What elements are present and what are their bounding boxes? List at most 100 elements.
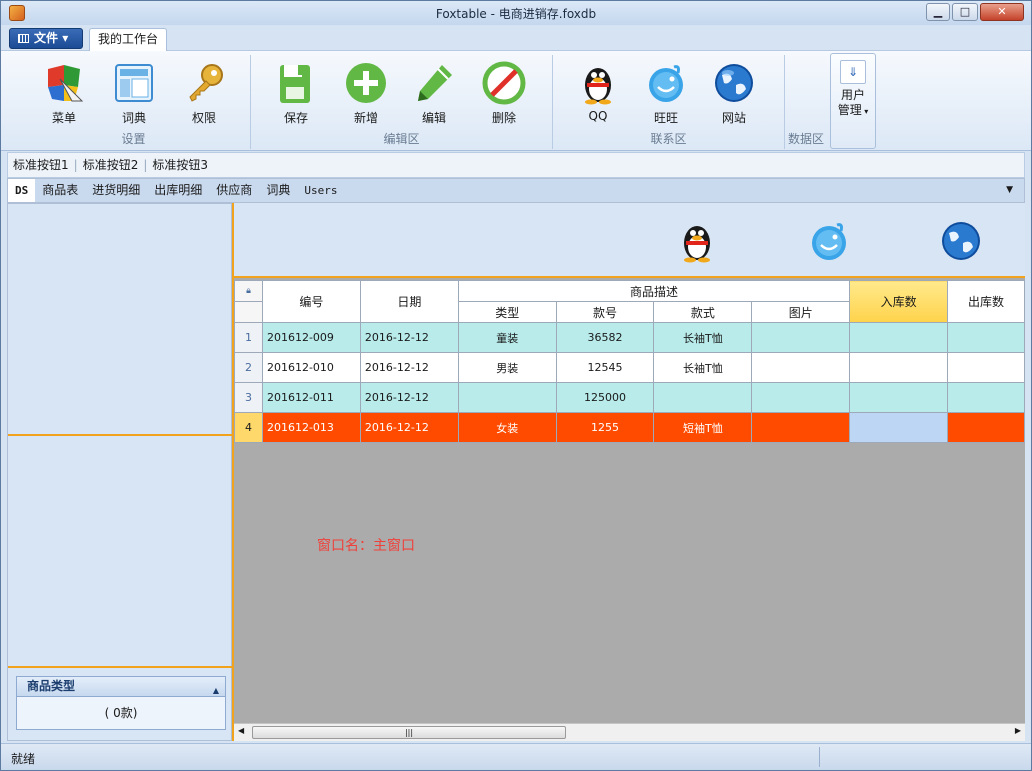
- cell-id[interactable]: 201612-013: [261, 412, 361, 443]
- col-header-code[interactable]: 款号: [555, 301, 655, 323]
- row-number[interactable]: 3: [234, 382, 263, 413]
- cell-type[interactable]: 童装: [457, 322, 557, 353]
- group-label-data: 数据区: [787, 132, 824, 146]
- cell-in-qty[interactable]: [849, 322, 948, 353]
- col-header-product-desc[interactable]: 商品描述: [457, 280, 851, 302]
- table-row[interactable]: 4 201612-013 2016-12-12 女装 1255 短袖T恤: [234, 412, 1025, 443]
- minimize-button[interactable]: ▁: [926, 3, 950, 21]
- horizontal-scrollbar[interactable]: ◀ ||| ▶: [234, 723, 1025, 741]
- globe-icon[interactable]: [939, 219, 983, 266]
- cell-in-qty[interactable]: [849, 412, 948, 443]
- collapse-icon[interactable]: ▲: [213, 681, 219, 700]
- table-row[interactable]: 1 201612-009 2016-12-12 童装 36582 长袖T恤: [234, 322, 1025, 353]
- row-number[interactable]: 2: [234, 352, 263, 383]
- maximize-button[interactable]: □: [952, 3, 978, 21]
- cell-date[interactable]: 2016-12-12: [359, 322, 459, 353]
- contact-icon-strip: [234, 203, 1025, 278]
- cell-image[interactable]: [751, 412, 851, 443]
- cell-date[interactable]: 2016-12-12: [359, 412, 459, 443]
- product-type-header[interactable]: 商品类型 ▲: [17, 677, 225, 697]
- cell-out-qty[interactable]: [947, 382, 1025, 413]
- col-header-date[interactable]: 日期: [359, 280, 459, 323]
- dictionary-button[interactable]: 词典: [105, 61, 163, 126]
- scroll-left-icon[interactable]: ◀: [238, 726, 244, 735]
- tab-products[interactable]: 商品表: [35, 179, 85, 202]
- cell-id[interactable]: 201612-011: [261, 382, 361, 413]
- ribbon-group-edit: 保存 新增 编辑 删除 编辑区: [251, 55, 553, 149]
- cell-date[interactable]: 2016-12-12: [359, 352, 459, 383]
- wangwang-button-label: 旺旺: [653, 111, 678, 125]
- cell-style[interactable]: 长袖T恤: [653, 322, 753, 353]
- add-button[interactable]: 新增: [337, 61, 395, 126]
- status-bar: 就绪: [1, 743, 1031, 770]
- col-header-id[interactable]: 编号: [261, 280, 361, 323]
- delete-button[interactable]: 删除: [475, 61, 533, 126]
- cell-code[interactable]: 125000: [555, 382, 655, 413]
- cell-type[interactable]: [457, 382, 557, 413]
- scroll-right-icon[interactable]: ▶: [1015, 726, 1021, 735]
- col-header-style[interactable]: 款式: [653, 301, 753, 323]
- edit-button[interactable]: 编辑: [405, 61, 463, 126]
- window-title: Foxtable - 电商进销存.foxdb: [435, 7, 597, 21]
- col-header-out-qty[interactable]: 出库数: [947, 280, 1025, 323]
- wangwang-button[interactable]: 旺旺: [637, 61, 695, 126]
- left-panel: 商品类型 ▲ ( 0款): [7, 203, 233, 741]
- standard-button-1[interactable]: 标准按钮1: [8, 153, 74, 177]
- row-number[interactable]: 4: [234, 412, 263, 443]
- save-button[interactable]: 保存: [267, 61, 325, 126]
- tab-purchase-detail[interactable]: 进货明细: [85, 179, 147, 202]
- cell-type[interactable]: 女装: [457, 412, 557, 443]
- tab-suppliers[interactable]: 供应商: [209, 179, 259, 202]
- wangwang-icon[interactable]: [807, 219, 851, 266]
- tab-dictionary[interactable]: 词典: [259, 179, 297, 202]
- qq-button[interactable]: QQ: [569, 61, 627, 123]
- close-button[interactable]: ✕: [980, 3, 1024, 21]
- cell-type[interactable]: 男装: [457, 352, 557, 383]
- cell-style[interactable]: 长袖T恤: [653, 352, 753, 383]
- website-button[interactable]: 网站: [705, 61, 763, 126]
- standard-button-2[interactable]: 标准按钮2: [78, 153, 144, 177]
- user-management-button[interactable]: ⇓ 用户 管理 ▾: [830, 53, 876, 149]
- col-header-type[interactable]: 类型: [457, 301, 557, 323]
- dropdown-caret-icon: ▾: [861, 107, 869, 116]
- table-tab-strip: DS 商品表 进货明细 出库明细 供应商 词典 Users ▼: [7, 178, 1025, 203]
- cell-image[interactable]: [751, 382, 851, 413]
- menu-button[interactable]: 菜单: [35, 61, 93, 126]
- table-row[interactable]: 2 201612-010 2016-12-12 男装 12545 长袖T恤: [234, 352, 1025, 383]
- cell-id[interactable]: 201612-010: [261, 352, 361, 383]
- cell-date[interactable]: 2016-12-12: [359, 382, 459, 413]
- grid-corner-lock-icon[interactable]: 🔒︎: [234, 280, 263, 302]
- cell-code[interactable]: 12545: [555, 352, 655, 383]
- scroll-thumb[interactable]: |||: [252, 726, 566, 739]
- cell-out-qty[interactable]: [947, 412, 1025, 443]
- tab-workbench[interactable]: 我的工作台: [89, 28, 167, 51]
- permission-button[interactable]: 权限: [175, 61, 233, 126]
- dictionary-icon: [112, 61, 156, 105]
- qq-penguin-icon[interactable]: [677, 219, 717, 266]
- tab-dropdown-icon[interactable]: ▼: [999, 179, 1020, 202]
- cell-image[interactable]: [751, 322, 851, 353]
- row-number[interactable]: 1: [234, 322, 263, 353]
- col-header-in-qty[interactable]: 入库数: [849, 280, 948, 323]
- cell-image[interactable]: [751, 352, 851, 383]
- cell-code[interactable]: 36582: [555, 322, 655, 353]
- cell-in-qty[interactable]: [849, 352, 948, 383]
- splitter[interactable]: [8, 434, 233, 436]
- file-menu-button[interactable]: 文件 ▾: [9, 28, 83, 49]
- cell-in-qty[interactable]: [849, 382, 948, 413]
- file-menu-label: 文件: [34, 31, 59, 45]
- product-type-panel: 商品类型 ▲ ( 0款): [16, 676, 226, 730]
- cell-out-qty[interactable]: [947, 352, 1025, 383]
- cell-style[interactable]: [653, 382, 753, 413]
- cell-id[interactable]: 201612-009: [261, 322, 361, 353]
- cell-style[interactable]: 短袖T恤: [653, 412, 753, 443]
- tab-ds[interactable]: DS: [8, 179, 36, 202]
- tab-users[interactable]: Users: [297, 179, 344, 202]
- splitter[interactable]: [8, 666, 233, 668]
- cell-code[interactable]: 1255: [555, 412, 655, 443]
- tab-outbound-detail[interactable]: 出库明细: [147, 179, 209, 202]
- standard-button-3[interactable]: 标准按钮3: [147, 153, 213, 177]
- cell-out-qty[interactable]: [947, 322, 1025, 353]
- col-header-image[interactable]: 图片: [751, 301, 851, 323]
- table-row[interactable]: 3 201612-011 2016-12-12 125000: [234, 382, 1025, 413]
